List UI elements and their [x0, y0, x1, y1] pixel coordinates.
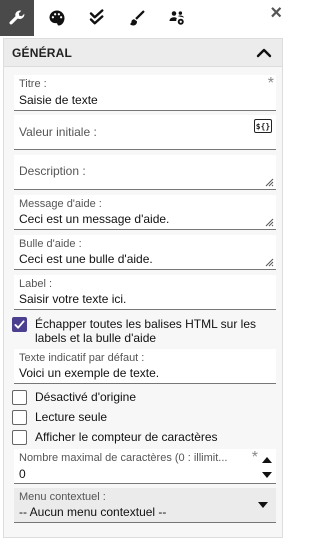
label-label: Label : [19, 278, 53, 290]
bulle-aide-field[interactable]: Bulle d'aide : Ceci est une bulle d'aide… [14, 235, 276, 270]
compteur-checkbox[interactable] [12, 430, 27, 445]
section-header-general[interactable]: GÉNÉRAL [4, 39, 282, 67]
double-check-icon [89, 9, 104, 25]
properties-panel: GÉNÉRAL Titre : * Saisie de texte Valeur… [3, 38, 283, 538]
chevron-down-icon[interactable] [258, 502, 268, 508]
echapper-checkbox-row[interactable]: Échapper toutes les balises HTML sur les… [12, 317, 276, 347]
lecture-seule-checkbox[interactable] [12, 410, 27, 425]
section-title: GÉNÉRAL [12, 46, 73, 60]
required-asterisk: * [267, 75, 274, 92]
tab-validation[interactable] [80, 0, 114, 36]
palette-icon [49, 10, 65, 26]
desactive-checkbox-row[interactable]: Désactivé d'origine [12, 390, 276, 406]
desactive-label: Désactivé d'origine [35, 390, 137, 404]
spinner-up-icon[interactable] [262, 456, 272, 464]
tab-general[interactable] [0, 0, 34, 36]
description-field[interactable]: Description : [14, 155, 276, 190]
menu-contextuel-select[interactable]: Menu contextuel : -- Aucun menu contextu… [14, 488, 276, 523]
titre-value: Saisie de texte [19, 93, 98, 107]
tab-style[interactable] [40, 0, 74, 36]
variable-insert-button[interactable]: ${} [254, 119, 272, 133]
required-asterisk: * [251, 449, 258, 466]
valeur-initiale-label: Valeur initiale : [19, 125, 97, 139]
tab-permissions[interactable] [160, 0, 194, 36]
message-aide-value: Ceci est un message d'aide. [19, 212, 170, 226]
description-label: Description : [19, 164, 86, 178]
resize-handle-icon[interactable] [265, 218, 274, 227]
wrench-icon [9, 10, 25, 25]
echapper-checkbox[interactable] [12, 317, 27, 332]
echapper-label: Échapper toutes les balises HTML sur les… [35, 317, 256, 345]
message-aide-label: Message d'aide : [19, 198, 102, 210]
label-field[interactable]: Label : Saisir votre texte ici. [14, 275, 276, 310]
menu-contextuel-value: -- Aucun menu contextuel -- [19, 505, 167, 519]
nombre-max-field[interactable]: Nombre maximal de caractères (0 : illimi… [14, 449, 276, 484]
nombre-max-label: Nombre maximal de caractères (0 : illimi… [19, 452, 228, 464]
bulle-aide-label: Bulle d'aide : [19, 238, 82, 250]
spinner-down-icon[interactable] [262, 471, 272, 479]
desactive-checkbox[interactable] [12, 390, 27, 405]
lecture-seule-checkbox-row[interactable]: Lecture seule [12, 410, 276, 426]
resize-handle-icon[interactable] [265, 258, 274, 267]
tab-appearance[interactable] [120, 0, 154, 36]
texte-indicatif-label: Texte indicatif par défaut : [19, 352, 145, 364]
brush-icon [129, 10, 145, 26]
nombre-max-value[interactable]: 0 [19, 467, 26, 481]
compteur-checkbox-row[interactable]: Afficher le compteur de caractères [12, 430, 276, 446]
toolbar: × [0, 0, 286, 36]
titre-label: Titre : [19, 78, 47, 90]
texte-indicatif-field[interactable]: Texte indicatif par défaut : Voici un ex… [14, 349, 276, 384]
menu-contextuel-label: Menu contextuel : [19, 491, 106, 503]
texte-indicatif-value: Voici un exemple de texte. [19, 366, 160, 380]
bulle-aide-value: Ceci est une bulle d'aide. [19, 252, 153, 266]
lecture-seule-label: Lecture seule [35, 410, 108, 424]
label-value: Saisir votre texte ici. [19, 292, 127, 306]
chevron-up-icon[interactable] [256, 45, 272, 61]
checkmark-icon [14, 320, 25, 329]
titre-field[interactable]: Titre : * Saisie de texte [14, 75, 276, 111]
users-cog-icon [169, 11, 185, 25]
compteur-label: Afficher le compteur de caractères [35, 430, 218, 444]
close-icon[interactable]: × [270, 3, 282, 23]
message-aide-field[interactable]: Message d'aide : Ceci est un message d'a… [14, 195, 276, 230]
valeur-initiale-field[interactable]: Valeur initiale : ${} [14, 115, 276, 150]
resize-handle-icon[interactable] [265, 178, 274, 187]
